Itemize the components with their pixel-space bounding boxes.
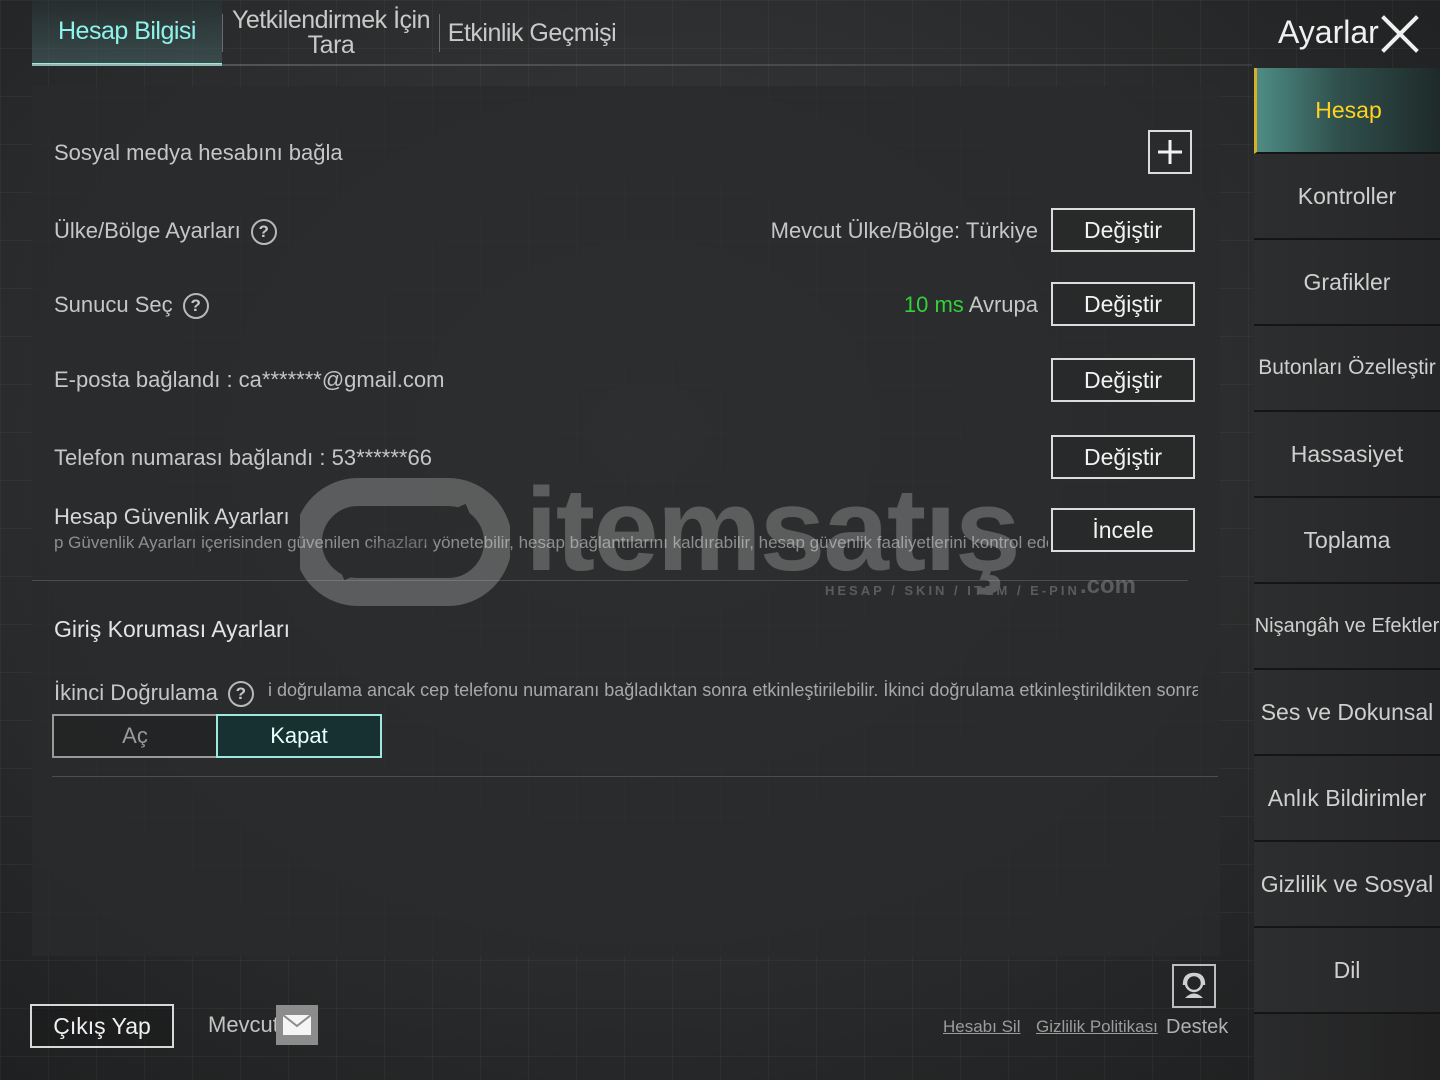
two-factor-off-option[interactable]: Kapat (216, 714, 382, 758)
sidebar-item-language[interactable]: Dil (1254, 928, 1440, 1014)
social-link-label: Sosyal medya hesabını bağla (54, 140, 343, 165)
server-select-label: Sunucu Seç? (54, 292, 209, 320)
region-settings-label: Ülke/Bölge Ayarları? (54, 218, 277, 246)
email-linked-label: E-posta bağlandı : ca*******@gmail.com (54, 367, 445, 392)
close-icon[interactable] (1380, 14, 1420, 54)
support-label[interactable]: Destek (1166, 1016, 1228, 1039)
plus-icon[interactable] (1148, 130, 1192, 174)
server-status: 10 ms Avrupa (904, 292, 1038, 318)
logout-button[interactable]: Çıkış Yap (30, 1004, 174, 1048)
two-factor-label: İkinci Doğrulama? (54, 680, 254, 708)
sidebar-item-notifications[interactable]: Anlık Bildirimler (1254, 756, 1440, 842)
security-settings-title: Hesap Güvenlik Ayarları (54, 504, 290, 529)
change-server-button[interactable]: Değiştir (1051, 282, 1195, 326)
review-security-button[interactable]: İncele (1051, 508, 1195, 552)
phone-linked-label: Telefon numarası bağlandı : 53******66 (54, 445, 432, 470)
account-settings-panel: Sosyal medya hesabını bağla Ülke/Bölge A… (32, 86, 1220, 956)
sidebar-item-controls[interactable]: Kontroller (1254, 154, 1440, 240)
current-region-text: Mevcut Ülke/Bölge: Türkiye (770, 218, 1038, 243)
sidebar-item-pickup[interactable]: Toplama (1254, 498, 1440, 584)
section-divider (32, 580, 1188, 581)
two-factor-on-option[interactable]: Aç (52, 714, 216, 758)
section-divider (52, 776, 1218, 777)
change-email-button[interactable]: Değiştir (1051, 358, 1195, 402)
server-region: Avrupa (968, 292, 1038, 317)
security-settings-description: p Güvenlik Ayarları içerisinden güvenile… (54, 533, 1048, 552)
change-phone-button[interactable]: Değiştir (1051, 435, 1195, 479)
tab-scan-label-line1: Yetkilendirmek İçin (231, 6, 431, 34)
sidebar-item-sensitivity[interactable]: Hassasiyet (1254, 412, 1440, 498)
tab-account-info[interactable]: Hesap Bilgisi (32, 0, 222, 66)
login-protection-title: Giriş Koruması Ayarları (54, 616, 291, 642)
server-select-text: Sunucu Seç (54, 292, 173, 317)
sidebar-item-privacy-social[interactable]: Gizlilik ve Sosyal (1254, 842, 1440, 928)
change-region-button[interactable]: Değiştir (1051, 208, 1195, 252)
delete-account-link[interactable]: Hesabı Sil (943, 1017, 1020, 1037)
mevcut-label: Mevcut (208, 1012, 279, 1037)
sidebar-footer (1254, 1014, 1440, 1080)
sidebar-item-scope-effects[interactable]: Nişangâh ve Efektler (1254, 584, 1440, 670)
sidebar-item-graphics[interactable]: Grafikler (1254, 240, 1440, 326)
help-icon[interactable]: ? (227, 681, 254, 708)
page-title: Ayarlar (1278, 14, 1379, 50)
two-factor-text: İkinci Doğrulama (54, 680, 218, 705)
support-icon[interactable] (1172, 964, 1216, 1008)
server-ping: 10 ms (903, 292, 964, 317)
sidebar-item-customize-buttons[interactable]: Butonları Özelleştir (1254, 326, 1440, 412)
sidebar-item-audio-haptics[interactable]: Ses ve Dokunsal (1254, 670, 1440, 756)
two-factor-description: i doğrulama ancak cep telefonu numaranı … (268, 680, 1198, 700)
sidebar-item-account[interactable]: Hesap (1254, 68, 1440, 154)
tab-scan-label-line2: Tara (307, 31, 355, 59)
settings-sidebar: Hesap Kontroller Grafikler Butonları Öze… (1254, 68, 1440, 1080)
mail-icon[interactable] (276, 1005, 318, 1045)
top-tabs: Hesap Bilgisi Yetkilendirmek İçin Tara E… (32, 0, 624, 66)
privacy-policy-link[interactable]: Gizlilik Politikası (1036, 1017, 1158, 1037)
help-icon[interactable]: ? (250, 219, 277, 246)
two-factor-toggle: Aç Kapat (52, 714, 382, 758)
region-settings-text: Ülke/Bölge Ayarları (54, 218, 241, 243)
tab-scan-to-authorize[interactable]: Yetkilendirmek İçin Tara (223, 0, 439, 66)
tabs-underline (32, 64, 1252, 66)
tab-activity-history[interactable]: Etkinlik Geçmişi (440, 0, 624, 66)
help-icon[interactable]: ? (182, 293, 209, 320)
